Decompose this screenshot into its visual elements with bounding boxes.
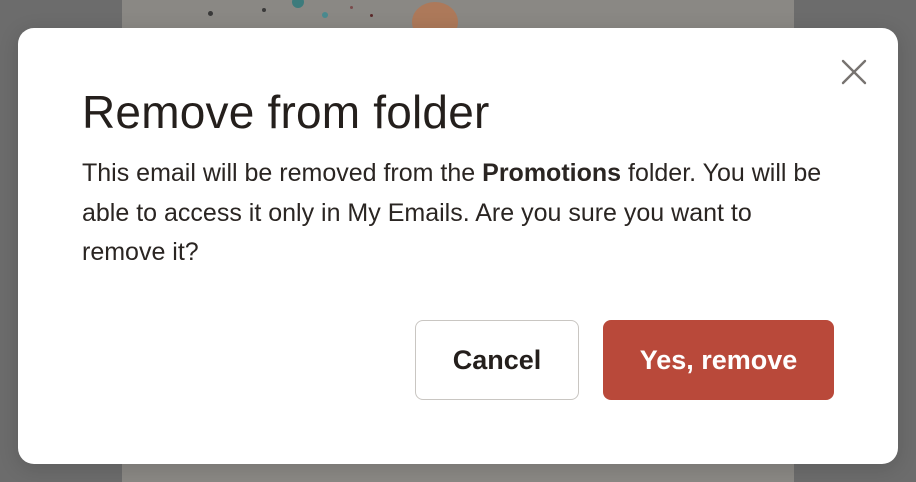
close-icon — [841, 59, 867, 85]
confirm-remove-button[interactable]: Yes, remove — [603, 320, 834, 400]
dialog-title: Remove from folder — [82, 86, 490, 138]
message-text-start: This email will be removed from the — [82, 159, 483, 187]
close-button[interactable] — [840, 58, 868, 86]
folder-name: Promotions — [482, 159, 622, 187]
dialog-actions: Cancel Yes, remove — [415, 320, 834, 400]
remove-from-folder-dialog: Remove from folder This email will be re… — [18, 28, 898, 464]
dialog-message: This email will be removed from the Prom… — [82, 154, 842, 273]
cancel-button[interactable]: Cancel — [415, 320, 579, 400]
